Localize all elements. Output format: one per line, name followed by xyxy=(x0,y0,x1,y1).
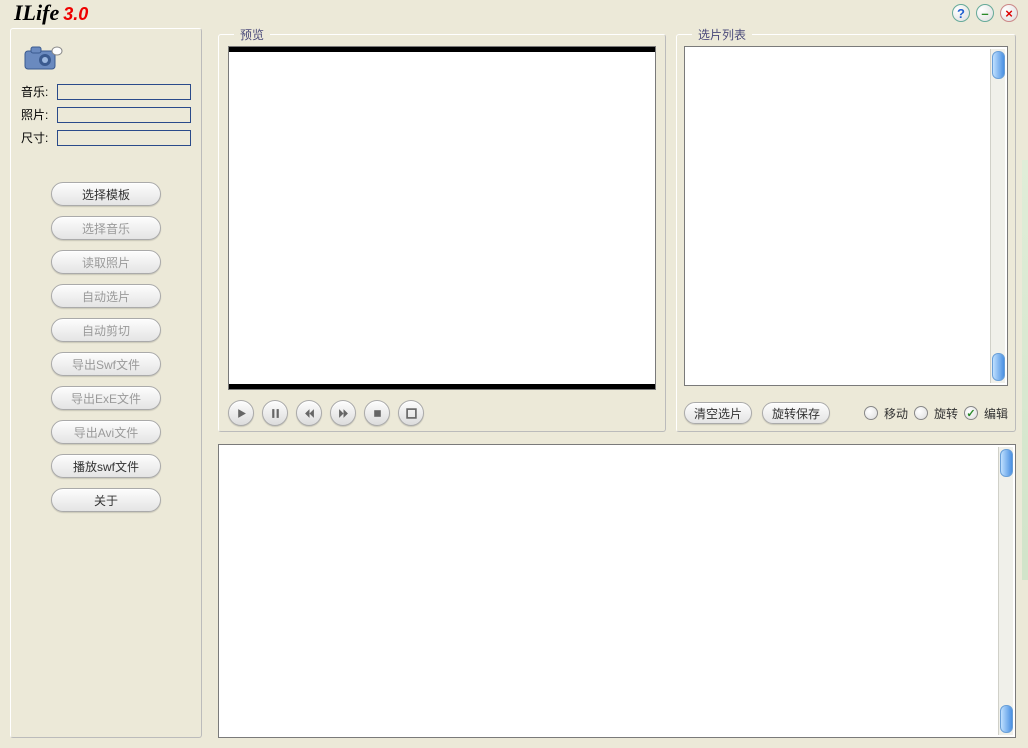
rotate-save-button[interactable]: 旋转保存 xyxy=(762,402,830,424)
mode-edit-radio[interactable] xyxy=(964,406,978,420)
photo-label: 照片: xyxy=(21,106,57,123)
preview-group: 预览 xyxy=(218,32,666,432)
stop-button[interactable] xyxy=(364,400,390,426)
minimize-button[interactable]: – xyxy=(976,4,994,22)
music-field[interactable] xyxy=(57,84,191,100)
app-version: 3.0 xyxy=(63,4,88,25)
selection-group: 选片列表 清空选片 旋转保存 移动 旋转 编辑 xyxy=(676,32,1016,432)
export-avi-button[interactable]: 导出Avi文件 xyxy=(51,420,161,444)
about-button[interactable]: 关于 xyxy=(51,488,161,512)
selection-scrollbar[interactable] xyxy=(990,49,1005,383)
sidebar-button-stack: 选择模板 选择音乐 读取照片 自动选片 自动剪切 导出Swf文件 导出ExE文件… xyxy=(21,182,191,512)
export-exe-button[interactable]: 导出ExE文件 xyxy=(51,386,161,410)
bottom-panel[interactable] xyxy=(218,444,1016,738)
app-logo: ILife 3.0 xyxy=(14,0,88,26)
play-swf-button[interactable]: 播放swf文件 xyxy=(51,454,161,478)
forward-button[interactable] xyxy=(330,400,356,426)
sidebar-panel: 音乐: 照片: 尺寸: 选择模板 选择音乐 读取照片 自动选片 自动剪切 导出S… xyxy=(10,28,202,738)
select-template-button[interactable]: 选择模板 xyxy=(51,182,161,206)
window-edge xyxy=(1022,160,1028,580)
selection-list[interactable] xyxy=(684,46,1008,386)
selection-title: 选片列表 xyxy=(692,26,752,43)
mode-rotate-label: 旋转 xyxy=(934,405,958,422)
preview-canvas xyxy=(228,46,656,390)
size-label: 尺寸: xyxy=(21,129,57,146)
bottom-scroll-thumb-bottom[interactable] xyxy=(1000,705,1013,733)
scroll-thumb-top[interactable] xyxy=(992,51,1005,79)
play-controls xyxy=(228,400,424,426)
scroll-thumb-bottom[interactable] xyxy=(992,353,1005,381)
pause-button[interactable] xyxy=(262,400,288,426)
close-button[interactable]: × xyxy=(1000,4,1018,22)
photo-field[interactable] xyxy=(57,107,191,123)
bottom-scroll-thumb-top[interactable] xyxy=(1000,449,1013,477)
app-name: ILife xyxy=(14,0,59,26)
clear-selection-button[interactable]: 清空选片 xyxy=(684,402,752,424)
select-music-button[interactable]: 选择音乐 xyxy=(51,216,161,240)
mode-edit-label: 编辑 xyxy=(984,405,1008,422)
mode-move-label: 移动 xyxy=(884,405,908,422)
camera-icon xyxy=(21,41,65,73)
help-button[interactable]: ? xyxy=(952,4,970,22)
auto-select-button[interactable]: 自动选片 xyxy=(51,284,161,308)
read-photos-button[interactable]: 读取照片 xyxy=(51,250,161,274)
play-button[interactable] xyxy=(228,400,254,426)
music-label: 音乐: xyxy=(21,83,57,100)
size-field[interactable] xyxy=(57,130,191,146)
fullscreen-button[interactable] xyxy=(398,400,424,426)
export-swf-button[interactable]: 导出Swf文件 xyxy=(51,352,161,376)
mode-move-radio[interactable] xyxy=(864,406,878,420)
rewind-button[interactable] xyxy=(296,400,322,426)
preview-title: 预览 xyxy=(234,26,270,43)
bottom-scrollbar[interactable] xyxy=(998,447,1013,735)
mode-rotate-radio[interactable] xyxy=(914,406,928,420)
auto-crop-button[interactable]: 自动剪切 xyxy=(51,318,161,342)
